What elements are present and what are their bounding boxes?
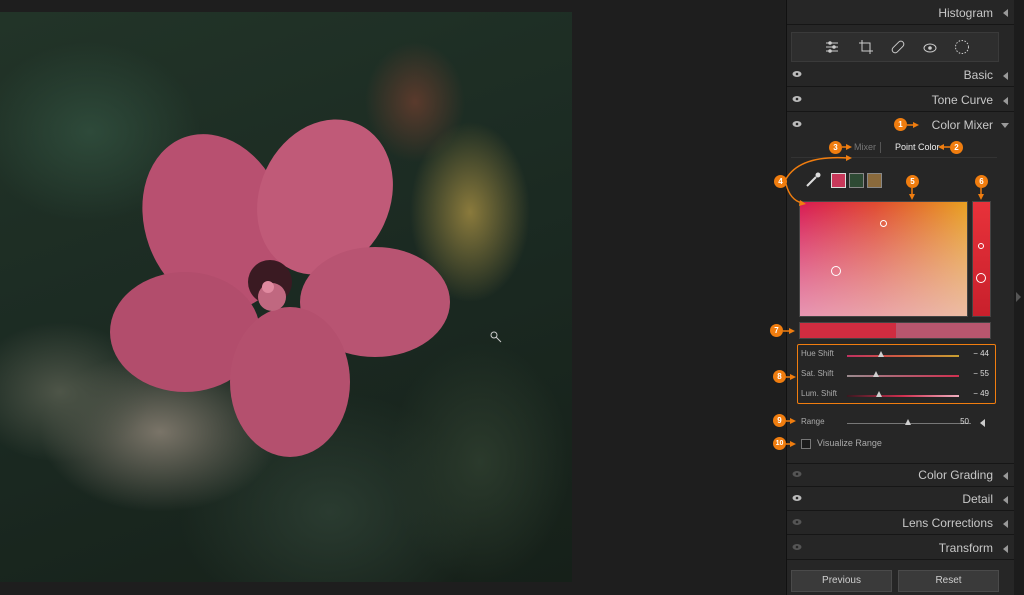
annotation-marker: 3 <box>829 141 842 154</box>
healing-icon[interactable] <box>888 37 908 57</box>
slider-label: Lum. Shift <box>801 389 838 398</box>
slider-label: Sat. Shift <box>801 369 834 378</box>
annotation-marker: 5 <box>906 175 919 188</box>
range-options-arrow-icon[interactable] <box>980 419 985 427</box>
slider-label: Hue Shift <box>801 349 834 358</box>
previous-button[interactable]: Previous <box>791 570 892 592</box>
visualize-range-checkbox[interactable] <box>801 439 811 449</box>
panel-toggle-arrow-icon[interactable] <box>1016 292 1021 302</box>
hibiscus-flower <box>110 119 450 457</box>
masking-icon[interactable] <box>952 37 972 57</box>
color-swatch-pink[interactable] <box>831 173 846 188</box>
section-title-detail: Detail <box>962 492 993 506</box>
annotation-marker: 8 <box>773 370 786 383</box>
picker-cursor-icon <box>490 331 502 343</box>
sliders-icon[interactable] <box>822 37 842 57</box>
mixer-tab-bar <box>791 137 997 158</box>
basic-header[interactable]: Basic <box>787 64 1015 87</box>
eye-icon[interactable] <box>792 70 802 78</box>
slider-value[interactable]: − 49 <box>973 389 989 398</box>
eye-icon[interactable] <box>792 518 802 526</box>
tone-curve-header[interactable]: Tone Curve <box>787 89 1015 112</box>
eye-icon[interactable] <box>792 543 802 551</box>
color-preview-bar <box>799 322 991 339</box>
section-title-transform: Transform <box>938 541 993 555</box>
hue-target-handle[interactable] <box>978 243 984 249</box>
slider-thumb[interactable] <box>878 351 884 357</box>
tab-point-color[interactable]: Point Color <box>895 142 940 152</box>
sat-shift-slider[interactable]: Sat. Shift − 55 <box>801 369 991 381</box>
hue-strip[interactable] <box>972 201 991 317</box>
tab-divider <box>880 142 881 153</box>
eye-icon[interactable] <box>792 494 802 502</box>
annotation-marker: 10 <box>773 437 786 450</box>
slider-thumb[interactable] <box>905 419 911 425</box>
collapse-arrow-icon[interactable] <box>1003 472 1008 480</box>
saturation-luminance-field[interactable] <box>799 201 968 317</box>
slider-thumb[interactable] <box>876 391 882 397</box>
tool-strip <box>791 32 999 62</box>
collapse-arrow-icon[interactable] <box>1003 9 1008 17</box>
annotation-marker: 9 <box>773 414 786 427</box>
slider-track[interactable] <box>847 375 959 377</box>
transform-header[interactable]: Transform <box>787 537 1015 560</box>
annotation-marker: 2 <box>950 141 963 154</box>
visualize-range-label: Visualize Range <box>817 438 882 448</box>
lens-corrections-header[interactable]: Lens Corrections <box>787 512 1015 535</box>
slider-thumb[interactable] <box>873 371 879 377</box>
expand-arrow-icon[interactable] <box>1001 123 1009 128</box>
slider-track[interactable] <box>847 395 959 397</box>
lum-shift-slider[interactable]: Lum. Shift − 49 <box>801 389 991 401</box>
collapse-arrow-icon[interactable] <box>1003 496 1008 504</box>
target-point-handle[interactable] <box>880 220 887 227</box>
annotation-marker: 6 <box>975 175 988 188</box>
photo-canvas[interactable] <box>0 0 785 595</box>
section-title-lens-corrections: Lens Corrections <box>902 516 993 530</box>
slider-track[interactable] <box>847 355 959 357</box>
color-grading-header[interactable]: Color Grading <box>787 463 1015 487</box>
slider-value[interactable]: − 55 <box>973 369 989 378</box>
edit-panel: Histogram Basic Tone Curve Color Mixer M… <box>786 0 1015 595</box>
hue-shift-slider[interactable]: Hue Shift − 44 <box>801 349 991 361</box>
detail-header[interactable]: Detail <box>787 488 1015 511</box>
section-title-color-mixer: Color Mixer <box>931 118 993 132</box>
section-title-color-grading: Color Grading <box>918 468 993 482</box>
crop-icon[interactable] <box>856 37 876 57</box>
eye-icon[interactable] <box>792 120 802 128</box>
section-title-tone-curve: Tone Curve <box>931 93 993 107</box>
collapse-arrow-icon[interactable] <box>1003 545 1008 553</box>
slider-value[interactable]: 50 <box>960 417 969 426</box>
hue-source-handle[interactable] <box>976 273 986 283</box>
annotation-marker: 1 <box>894 118 907 131</box>
color-swatch-tan[interactable] <box>867 173 882 188</box>
collapse-arrow-icon[interactable] <box>1003 520 1008 528</box>
color-swatch-green[interactable] <box>849 173 864 188</box>
eye-icon[interactable] <box>792 95 802 103</box>
eyedropper-icon[interactable] <box>803 170 823 190</box>
source-point-handle[interactable] <box>831 266 841 276</box>
slider-value[interactable]: − 44 <box>973 349 989 358</box>
collapse-arrow-icon[interactable] <box>1003 72 1008 80</box>
histogram-title: Histogram <box>938 6 993 20</box>
section-title-basic: Basic <box>963 68 993 82</box>
annotation-marker: 7 <box>770 324 783 337</box>
tab-mixer[interactable]: Mixer <box>854 142 876 152</box>
original-color-preview <box>800 323 896 338</box>
annotation-marker: 4 <box>774 175 787 188</box>
slider-label: Range <box>801 417 825 426</box>
eye-icon[interactable] <box>792 470 802 478</box>
flower-photo[interactable] <box>0 12 572 582</box>
redeye-icon[interactable] <box>920 37 940 57</box>
shifted-color-preview <box>896 323 990 338</box>
collapse-arrow-icon[interactable] <box>1003 97 1008 105</box>
reset-button[interactable]: Reset <box>898 570 999 592</box>
range-slider[interactable]: Range 50 <box>801 417 991 429</box>
histogram-header[interactable]: Histogram <box>787 0 1015 25</box>
